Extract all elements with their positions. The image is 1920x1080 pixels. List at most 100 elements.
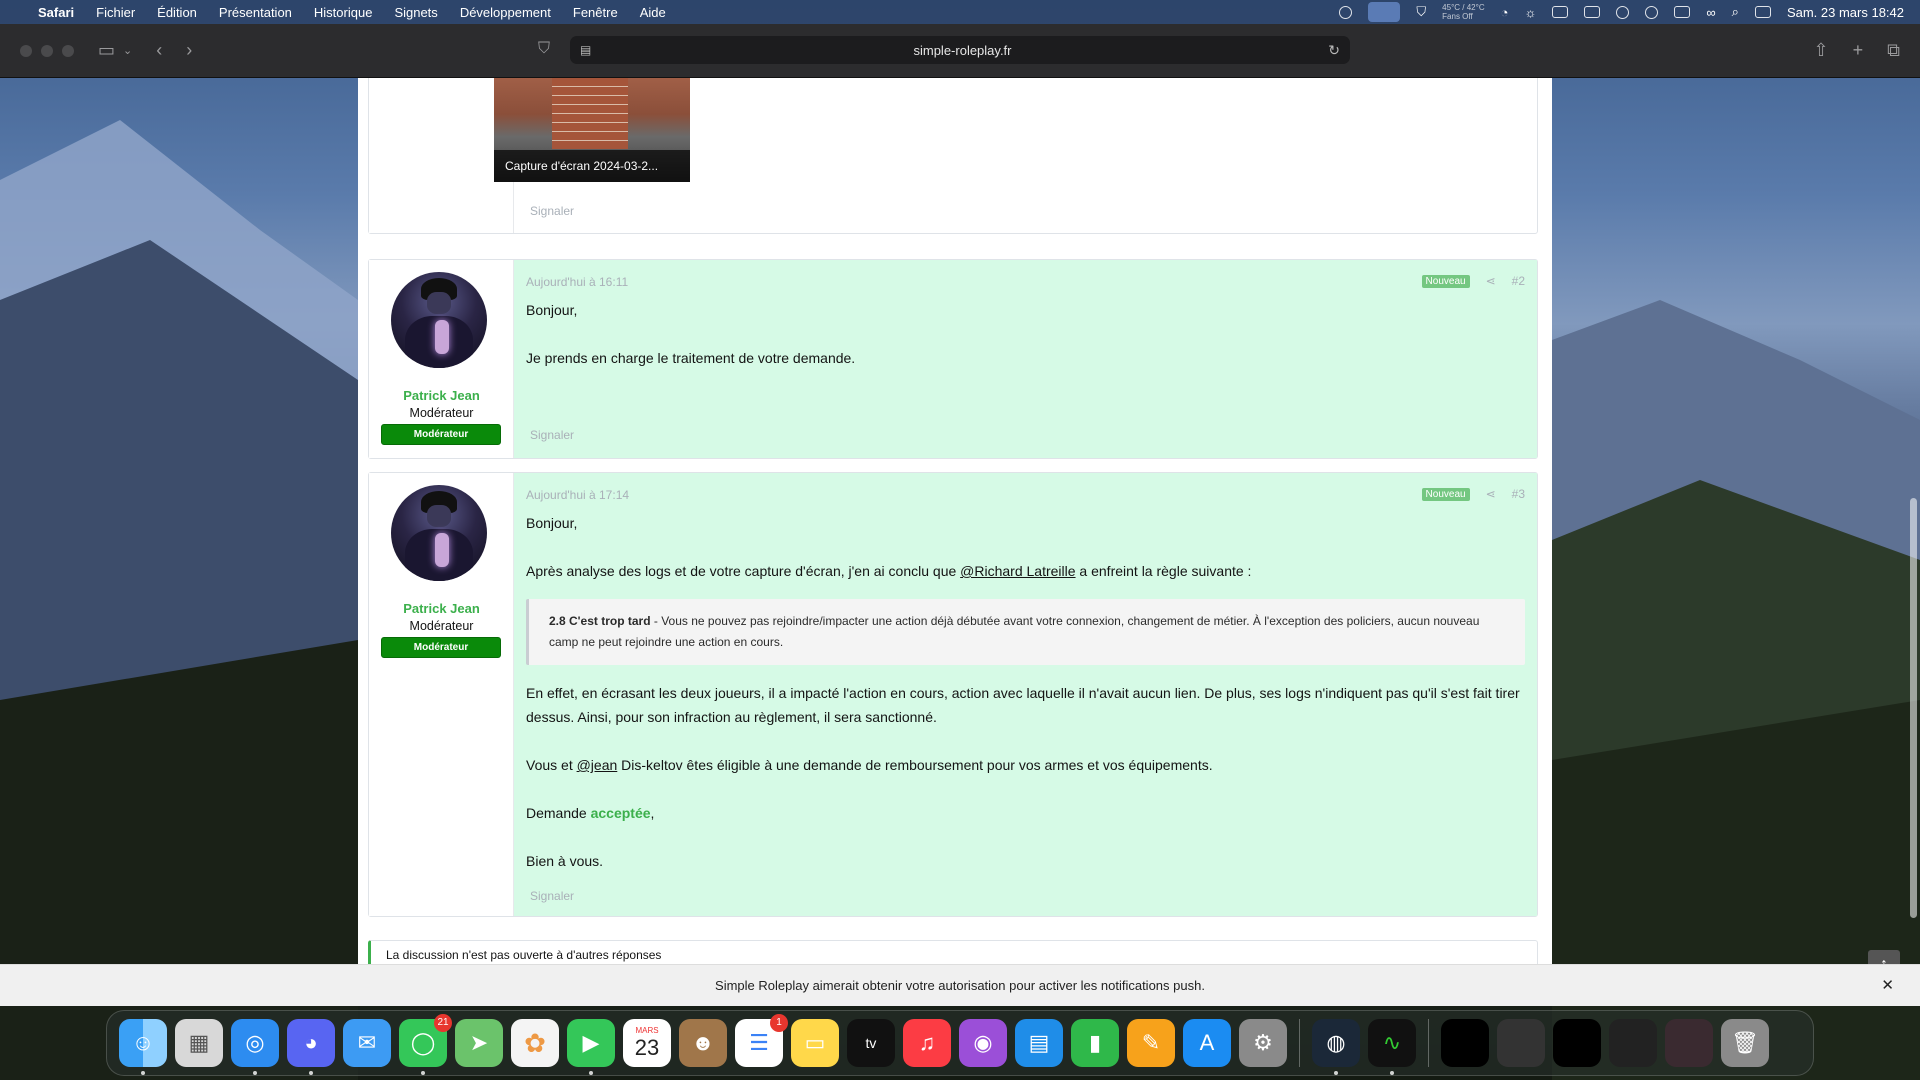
mention-link[interactable]: @Richard Latreille bbox=[960, 563, 1075, 579]
share-icon[interactable]: ⋖ bbox=[1486, 487, 1496, 501]
minimized-window-1[interactable] bbox=[1441, 1019, 1489, 1067]
screen-mirroring-icon[interactable] bbox=[1368, 2, 1401, 22]
post-content: Bonjour, Je prends en charge le traiteme… bbox=[526, 302, 856, 366]
user-banner: Modérateur bbox=[381, 424, 501, 445]
zoom-window-button[interactable] bbox=[62, 44, 74, 57]
minimized-window-4[interactable] bbox=[1609, 1019, 1657, 1067]
share-toolbar-icon[interactable]: ⇧ bbox=[1814, 40, 1829, 61]
minimize-window-button[interactable] bbox=[41, 44, 53, 57]
dock-separator bbox=[1428, 1019, 1429, 1067]
status-circle-icon[interactable] bbox=[1339, 5, 1353, 19]
back-icon[interactable]: ‹ bbox=[156, 40, 162, 61]
launchpad-icon[interactable]: ▦ bbox=[175, 1019, 223, 1067]
system-settings-icon[interactable]: ⚙ bbox=[1239, 1019, 1287, 1067]
search-icon[interactable]: ⌕ bbox=[1732, 4, 1739, 20]
window-icon[interactable] bbox=[1584, 6, 1601, 18]
post-number[interactable]: #2 bbox=[1512, 274, 1525, 288]
shield-status-icon[interactable]: ⛉ bbox=[1416, 4, 1426, 20]
menu-fichier[interactable]: Fichier bbox=[96, 5, 135, 20]
share-icon[interactable]: ⋖ bbox=[1486, 274, 1496, 288]
scrollbar[interactable] bbox=[1906, 78, 1920, 1006]
privacy-shield-icon[interactable]: ⛉ bbox=[538, 40, 550, 58]
link-icon[interactable]: ∞ bbox=[1706, 5, 1715, 20]
reload-icon[interactable]: ↻ bbox=[1328, 42, 1340, 59]
username-link[interactable]: Patrick Jean bbox=[369, 388, 514, 403]
reader-icon[interactable]: ▤ bbox=[580, 43, 591, 57]
reminders-icon[interactable]: ☰ 1 bbox=[735, 1014, 788, 1067]
new-badge: Nouveau bbox=[1421, 487, 1470, 501]
wifi-status-icon[interactable]: ◔ bbox=[1501, 5, 1509, 20]
finder-icon[interactable]: ☺ bbox=[119, 1019, 167, 1075]
app-store-icon[interactable]: A bbox=[1183, 1019, 1231, 1067]
attachment-thumbnail[interactable]: Capture d'écran 2024-03-2... bbox=[494, 78, 690, 182]
post-date[interactable]: Aujourd'hui à 17:14 bbox=[526, 488, 629, 502]
browser-toolbar: ▭ ⌄ ‹ › ⛉ ▤ simple-roleplay.fr ↻ ⇧ + ⧉ bbox=[0, 24, 1920, 78]
scrollbar-thumb[interactable] bbox=[1910, 498, 1917, 918]
menu-app-name[interactable]: Safari bbox=[38, 5, 74, 20]
forum-post-2: Patrick Jean Modérateur Modérateur Aujou… bbox=[368, 259, 1538, 459]
chevron-down-icon[interactable]: ⌄ bbox=[123, 44, 132, 57]
tab-overview-icon[interactable]: ⧉ bbox=[1887, 40, 1900, 61]
play-icon[interactable] bbox=[1645, 5, 1659, 19]
enable-notifications-link[interactable]: activer les notifications push bbox=[1039, 978, 1202, 993]
forward-icon[interactable]: › bbox=[186, 40, 192, 61]
discord-icon[interactable]: ◕ bbox=[287, 1019, 335, 1075]
menu-aide[interactable]: Aide bbox=[640, 5, 666, 20]
messages-icon[interactable]: ◯ 21 bbox=[399, 1014, 452, 1075]
minimized-window-2[interactable] bbox=[1497, 1019, 1545, 1067]
trash-icon[interactable]: 🗑 bbox=[1721, 1019, 1769, 1067]
user-banner: Modérateur bbox=[381, 637, 501, 658]
display-icon[interactable] bbox=[1552, 6, 1569, 18]
calendar-icon[interactable]: MARS 23 bbox=[623, 1019, 671, 1067]
maps-icon[interactable]: ➤ bbox=[455, 1019, 503, 1067]
post-body: Aujourd'hui à 17:14 Nouveau ⋖ #3 Bonjour… bbox=[514, 473, 1537, 916]
battery-icon[interactable] bbox=[1674, 6, 1691, 18]
menu-signets[interactable]: Signets bbox=[394, 5, 437, 20]
menu-historique[interactable]: Historique bbox=[314, 5, 373, 20]
weather-icon[interactable]: ☼ bbox=[1524, 5, 1536, 20]
numbers-icon[interactable]: ▮ bbox=[1071, 1019, 1119, 1067]
username-link[interactable]: Patrick Jean bbox=[369, 601, 514, 616]
menu-presentation[interactable]: Présentation bbox=[219, 5, 292, 20]
window-controls bbox=[20, 44, 74, 57]
menubar-clock[interactable]: Sam. 23 mars 18:42 bbox=[1787, 5, 1904, 20]
report-link[interactable]: Signaler bbox=[530, 889, 574, 903]
control-center-icon[interactable] bbox=[1754, 6, 1771, 18]
pages-icon[interactable]: ✎ bbox=[1127, 1019, 1175, 1067]
photos-icon[interactable]: ✿ bbox=[511, 1019, 559, 1067]
attachment-caption: Capture d'écran 2024-03-2... bbox=[494, 150, 690, 182]
address-bar[interactable]: ▤ simple-roleplay.fr ↻ bbox=[570, 36, 1350, 64]
keynote-icon[interactable]: ▤ bbox=[1015, 1019, 1063, 1067]
podcasts-icon[interactable]: ◉ bbox=[959, 1019, 1007, 1067]
facetime-icon[interactable]: ▶ bbox=[567, 1019, 615, 1075]
minimized-window-5[interactable] bbox=[1665, 1019, 1713, 1067]
minimized-window-3[interactable] bbox=[1553, 1019, 1601, 1067]
notes-icon[interactable]: ▭ bbox=[791, 1019, 839, 1067]
apple-tv-icon[interactable]: tv bbox=[847, 1019, 895, 1067]
safari-icon[interactable]: ◎ bbox=[231, 1019, 279, 1075]
attachment-image bbox=[552, 78, 628, 149]
activity-monitor-icon[interactable]: ∿ bbox=[1368, 1019, 1416, 1075]
contacts-icon[interactable]: ☻ bbox=[679, 1019, 727, 1067]
avatar[interactable] bbox=[391, 272, 487, 368]
mention-link[interactable]: @jean bbox=[577, 757, 618, 773]
steam-icon[interactable]: ◍ bbox=[1312, 1019, 1360, 1075]
forum-post-3: Patrick Jean Modérateur Modérateur Aujou… bbox=[368, 472, 1538, 917]
close-window-button[interactable] bbox=[20, 44, 32, 57]
post-date[interactable]: Aujourd'hui à 16:11 bbox=[526, 275, 628, 289]
report-link[interactable]: Signaler bbox=[530, 428, 574, 442]
user-icon[interactable] bbox=[1616, 5, 1630, 19]
menu-developpement[interactable]: Développement bbox=[460, 5, 551, 20]
decision-status: acceptée bbox=[590, 805, 651, 821]
new-tab-icon[interactable]: + bbox=[1853, 40, 1864, 61]
menu-edition[interactable]: Édition bbox=[157, 5, 197, 20]
sidebar-icon[interactable]: ▭ bbox=[98, 40, 115, 61]
close-icon[interactable]: ✕ bbox=[1881, 965, 1894, 1006]
menu-fenetre[interactable]: Fenêtre bbox=[573, 5, 618, 20]
avatar[interactable] bbox=[391, 485, 487, 581]
report-link[interactable]: Signaler bbox=[530, 204, 574, 218]
post-number[interactable]: #3 bbox=[1512, 487, 1525, 501]
fan-status[interactable]: 45°C / 42°C Fans Off bbox=[1442, 3, 1484, 21]
mail-icon[interactable]: ✉ bbox=[343, 1019, 391, 1067]
music-icon[interactable]: ♫ bbox=[903, 1019, 951, 1067]
